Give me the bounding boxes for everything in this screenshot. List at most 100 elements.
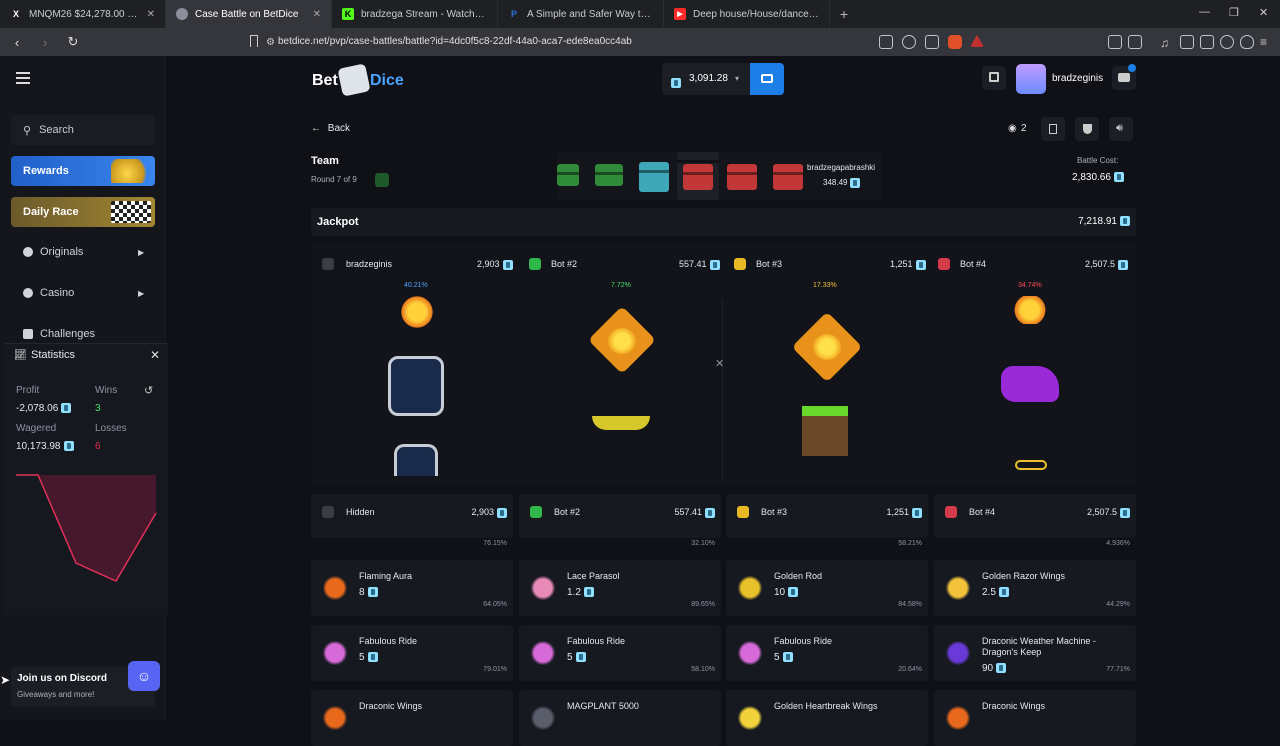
bot-icon — [734, 258, 746, 270]
jackpot-bar: Jackpot 7,218.91 — [311, 208, 1136, 236]
browser-tab[interactable]: P A Simple and Safer Way to Pay and G — [498, 0, 664, 28]
golden-rod-item-icon — [592, 416, 650, 430]
back-nav-icon[interactable]: ‹ — [6, 35, 28, 50]
gamepad-icon — [23, 247, 33, 257]
mouse-cursor-icon: ➤ — [0, 673, 11, 687]
history-icon[interactable]: ↺ — [144, 384, 153, 397]
item-price-amount: 1.2 — [567, 587, 581, 598]
bookmark-icon[interactable] — [250, 35, 258, 47]
browser-tab-active[interactable]: Case Battle on BetDice ✕ — [166, 0, 332, 28]
item-drop-chance: 44.29% — [1106, 601, 1130, 608]
sound-button[interactable]: 🔊︎ — [1109, 117, 1133, 141]
extensions-icon[interactable] — [1108, 35, 1122, 49]
back-button[interactable]: ← Back — [311, 123, 350, 134]
close-icon[interactable]: ✕ — [150, 348, 160, 362]
statistics-panel: 📈︎ Statistics ✕ Profit -2,078.06 Wins 3 … — [4, 343, 168, 615]
tab-search-icon[interactable] — [1128, 35, 1142, 49]
avatar[interactable] — [1016, 64, 1046, 94]
maximize-icon[interactable]: ❐ — [1229, 6, 1239, 19]
golden-heart-core — [813, 334, 841, 360]
search-button[interactable]: ⚲ Search — [11, 115, 155, 145]
globe-icon — [176, 8, 188, 20]
hamburger-menu-icon[interactable] — [16, 72, 30, 84]
golden-heart-item-icon — [1009, 296, 1051, 324]
close-tab-icon[interactable]: ✕ — [147, 9, 155, 20]
dice-logo-icon — [337, 63, 371, 97]
trophy-icon — [23, 329, 33, 339]
betdice-logo[interactable]: Bet Dice — [312, 63, 404, 97]
fabulous-ride-item-icon — [736, 639, 764, 667]
close-tab-icon[interactable]: ✕ — [313, 9, 321, 20]
sidebar-item-challenges[interactable]: Challenges — [23, 328, 95, 340]
site-info-icon[interactable]: ⚙ — [266, 37, 275, 48]
browser-tab[interactable]: ▶ Deep house/House/dance - MK G — [664, 0, 830, 28]
fabulous-ride-item-icon — [321, 639, 349, 667]
minimize-icon[interactable]: — — [1199, 6, 1210, 18]
summary-value: 1,251 — [886, 507, 922, 518]
profit-label: Profit — [16, 385, 40, 396]
sidebar-item-casino[interactable]: Casino — [23, 287, 74, 299]
item-name: Fabulous Ride — [567, 636, 626, 646]
new-tab-button[interactable]: + — [830, 6, 858, 22]
case-value: 348.49 — [823, 178, 861, 188]
share-icon[interactable] — [925, 35, 939, 49]
casino-chip-icon — [23, 288, 33, 298]
item-price: 5 — [359, 652, 378, 663]
player-name: Bot #4 — [960, 259, 987, 269]
chat-button[interactable] — [1112, 64, 1136, 90]
coin-icon — [575, 652, 586, 663]
music-icon[interactable]: ♫ — [1160, 35, 1174, 50]
grass-block-item-icon — [802, 406, 848, 456]
coin-icon — [583, 587, 594, 598]
brave-rewards-icon[interactable] — [970, 35, 984, 47]
reload-icon[interactable]: ↻ — [62, 34, 84, 50]
username[interactable]: bradzeginis — [1052, 73, 1103, 84]
coin-icon — [1113, 172, 1124, 183]
arrow-left-icon: ← — [311, 123, 321, 134]
balance-dropdown[interactable]: 3,091.28 ▾ — [662, 63, 750, 95]
leo-ai-icon[interactable] — [1220, 35, 1234, 49]
item-price: 5 — [774, 652, 793, 663]
item-price: 90 — [982, 663, 1007, 674]
url-field[interactable]: betdice.net/pvp/case-battles/battle?id=4… — [278, 28, 632, 56]
jackpot-label: Jackpot — [317, 216, 359, 228]
vpn-shield-icon[interactable] — [1240, 35, 1254, 49]
coin-icon — [850, 178, 861, 188]
brave-shield-icon[interactable] — [948, 35, 962, 49]
coin-icon — [912, 507, 922, 518]
chevron-down-icon: ▾ — [735, 74, 740, 83]
key-icon[interactable] — [902, 35, 916, 49]
discord-subtitle: Giveaways and more! — [17, 690, 95, 699]
gift-button[interactable] — [982, 66, 1006, 90]
copy-button[interactable] — [1041, 117, 1065, 141]
item-name: Golden Heartbreak Wings — [774, 701, 878, 711]
discord-banner[interactable]: Join us on Discord Giveaways and more! ☺ — [11, 661, 160, 707]
coin-icon — [502, 259, 513, 270]
item-price-amount: 2.5 — [982, 587, 996, 598]
wallet-button[interactable] — [750, 63, 784, 95]
coin-icon — [709, 259, 720, 270]
close-window-icon[interactable]: ✕ — [1259, 6, 1268, 19]
golden-razor-wings-item-icon — [944, 574, 972, 602]
summary-value-amount: 2,507.5 — [1086, 507, 1117, 517]
wallet-icon[interactable] — [1200, 35, 1214, 49]
red-chest-icon — [683, 164, 713, 190]
rewards-button[interactable]: Rewards — [11, 156, 155, 186]
sidebar-toggle-icon[interactable] — [1180, 35, 1194, 49]
daily-race-button[interactable]: Daily Race — [11, 197, 155, 227]
originals-label: Originals — [40, 246, 84, 258]
cast-icon[interactable] — [879, 35, 893, 49]
menu-icon[interactable]: ≡ — [1260, 35, 1274, 49]
x-logo-icon: X — [12, 9, 19, 19]
fairness-button[interactable] — [1075, 117, 1099, 141]
summary-percent: 32.10% — [691, 540, 715, 547]
golden-heart-core — [608, 328, 636, 354]
sidebar-item-originals[interactable]: Originals — [23, 246, 83, 258]
golden-heart-item-icon — [397, 296, 437, 328]
browser-tab[interactable]: X MNQM26 $24,278.00 ▼ -1.23% ✕ — [0, 0, 166, 28]
profit-chart — [16, 474, 157, 582]
forward-nav-icon[interactable]: › — [34, 35, 56, 50]
item-drop-chance: 58.10% — [691, 666, 715, 673]
coin-icon — [671, 77, 681, 88]
browser-tab[interactable]: K bradzega Stream - Watch Live on Kick — [332, 0, 498, 28]
